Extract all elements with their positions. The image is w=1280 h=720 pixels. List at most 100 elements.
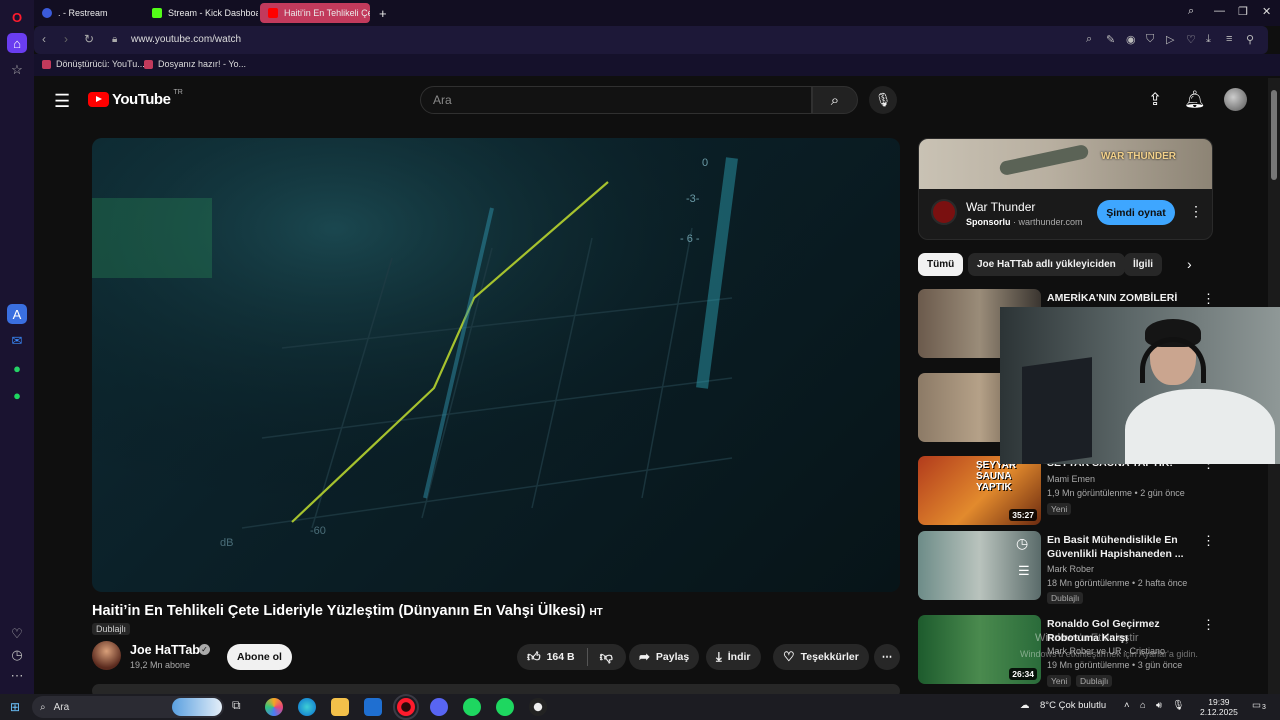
file-explorer-icon[interactable]: [331, 698, 349, 716]
url-field[interactable]: www.youtube.com/watch: [131, 34, 241, 45]
rec-title[interactable]: En Basit Mühendislikle En Güvenlikli Hap…: [1047, 533, 1197, 561]
discord-icon[interactable]: [430, 698, 448, 716]
opera-logo-icon[interactable]: O: [7, 7, 27, 27]
zoom-icon[interactable]: ⌕: [1086, 33, 1092, 46]
ad-more-icon[interactable]: ⋮: [1189, 203, 1203, 220]
more-icon[interactable]: ⋯: [7, 666, 27, 686]
notifications-icon[interactable]: ▭: [1252, 700, 1261, 711]
thanks-button[interactable]: ♡ Teşekkürler: [773, 644, 869, 670]
close-button[interactable]: ✕: [1262, 5, 1271, 18]
edge-icon[interactable]: [298, 698, 316, 716]
profile-icon[interactable]: ⚲: [1246, 33, 1254, 46]
more-vert-icon[interactable]: ⋮: [1202, 291, 1215, 307]
aria-icon[interactable]: A: [7, 304, 27, 324]
rec-channel[interactable]: Mark Rober: [1047, 564, 1094, 574]
mail-icon[interactable]: [364, 698, 382, 716]
chip-from-uploader[interactable]: Joe HaTTab adlı yükleyiciden: [968, 253, 1125, 276]
spotify-taskbar-icon[interactable]: [463, 698, 481, 716]
like-count[interactable]: 164 B: [547, 651, 575, 663]
search-input[interactable]: [421, 87, 811, 113]
more-vert-icon[interactable]: ⋮: [1202, 533, 1215, 549]
youtube-logo[interactable]: YouTube TR: [88, 89, 183, 108]
recommendation-item[interactable]: ◷ ☰ En Basit Mühendislikle En Güvenlikli…: [918, 531, 1258, 604]
description-box[interactable]: [92, 684, 900, 694]
download-icon[interactable]: ⤓: [1206, 33, 1211, 46]
notifications-bell-icon[interactable]: 🔔︎: [1184, 90, 1206, 110]
video-thumbnail[interactable]: ŞEYYAR SAUNA YAPTIK 35:27: [918, 456, 1041, 525]
scrollbar-thumb[interactable]: [1271, 90, 1277, 180]
windows-start-icon[interactable]: ⊞: [10, 700, 20, 714]
video-player[interactable]: -60 dB - 6 - 0 -3-: [92, 138, 900, 592]
upload-icon[interactable]: ⇪: [1148, 90, 1162, 110]
new-tab-button[interactable]: +: [374, 3, 394, 23]
forward-icon[interactable]: ›: [64, 32, 68, 46]
home-icon[interactable]: ⌂: [7, 33, 27, 53]
hamburger-menu-icon[interactable]: ☰: [54, 91, 70, 112]
ad-banner[interactable]: WAR THUNDER: [919, 139, 1212, 189]
dislike-icon[interactable]: 👎︎: [600, 649, 613, 665]
add-to-queue-icon[interactable]: ☰: [1018, 563, 1030, 579]
channel-name[interactable]: Joe HaTTab: [130, 643, 200, 657]
obs-icon[interactable]: [529, 698, 547, 716]
chevron-up-icon[interactable]: ˄: [1124, 700, 1130, 711]
ad-logo: [931, 199, 957, 225]
share-label: Paylaş: [655, 651, 690, 663]
heart-icon[interactable]: ♡: [1186, 33, 1196, 46]
star-icon[interactable]: ☆: [7, 60, 27, 80]
ad-title[interactable]: War Thunder: [966, 200, 1035, 214]
reload-icon[interactable]: ↻: [84, 32, 94, 46]
edit-icon[interactable]: ✎: [1106, 33, 1115, 46]
network-icon[interactable]: ⌂: [1140, 700, 1146, 711]
more-actions-button[interactable]: ⋯: [874, 644, 900, 670]
history-icon[interactable]: ◷: [7, 645, 27, 665]
like-icon[interactable]: 👍︎: [527, 649, 541, 665]
maximize-button[interactable]: ❐: [1238, 5, 1248, 18]
channel-avatar[interactable]: [92, 641, 121, 670]
video-thumbnail[interactable]: ◷ ☰: [918, 531, 1041, 600]
bookmark-converter[interactable]: Dönüştürücü: YouTu...: [42, 59, 145, 69]
voice-search-button[interactable]: 🎙︎: [869, 86, 897, 114]
heart-icon[interactable]: ♡: [7, 624, 27, 644]
weather-text[interactable]: 8°C Çok bulutlu: [1040, 700, 1106, 711]
search-button[interactable]: ⌕: [812, 86, 858, 114]
whatsapp-icon[interactable]: ●: [7, 358, 27, 378]
search-tabs-icon[interactable]: ⌕: [1188, 5, 1194, 18]
account-avatar[interactable]: [1224, 88, 1247, 111]
rec-channel[interactable]: Mami Emen: [1047, 474, 1095, 484]
opera-taskbar-icon[interactable]: [393, 694, 419, 720]
menu-icon[interactable]: ≡: [1226, 33, 1232, 45]
spotify-taskbar-icon-2[interactable]: [496, 698, 514, 716]
more-vert-icon[interactable]: ⋮: [1202, 617, 1215, 633]
bookmark-file-ready[interactable]: Dosyanız hazır! - Yo...: [144, 59, 246, 69]
subscribe-button[interactable]: Abone ol: [227, 644, 292, 670]
share-button[interactable]: ➦ Paylaş: [629, 644, 700, 670]
shield-icon[interactable]: ⛉: [1146, 33, 1154, 46]
webcam-overlay: [1000, 307, 1280, 464]
taskbar-search[interactable]: ⌕ Ara: [32, 696, 224, 718]
back-icon[interactable]: ‹: [42, 32, 46, 46]
spotify-icon[interactable]: ●: [7, 385, 27, 405]
send-icon[interactable]: ▷: [1166, 33, 1174, 46]
ad-play-button[interactable]: Şimdi oynat: [1097, 200, 1175, 225]
camera-icon[interactable]: ◉: [1126, 33, 1136, 46]
download-button[interactable]: ⤓ İndir: [706, 644, 761, 670]
tab-youtube-video[interactable]: Haiti'in En Tehlikeli Çete Li: [260, 3, 370, 23]
copilot-icon[interactable]: [265, 698, 283, 716]
volume-icon[interactable]: 🔊︎: [1156, 700, 1162, 711]
recommendation-item[interactable]: ŞEYYAR SAUNA YAPTIK 35:27 SEYYAR SAUNA Y…: [918, 456, 1258, 526]
bookmark-favicon-icon: [42, 59, 51, 69]
weather-icon[interactable]: ☁: [1020, 700, 1030, 711]
rec-title[interactable]: AMERİKA'NIN ZOMBİLERİ: [1047, 291, 1197, 305]
tab-kick-dashboard[interactable]: Stream - Kick Dashboard: [144, 3, 258, 23]
chip-all[interactable]: Tümü: [918, 253, 964, 276]
chip-related[interactable]: İlgili: [1124, 253, 1162, 276]
messenger-icon[interactable]: ✉: [7, 331, 27, 351]
minimize-button[interactable]: —: [1214, 5, 1225, 17]
tab-restream[interactable]: . - Restream: [34, 3, 142, 23]
task-view-icon[interactable]: ⧉: [232, 698, 250, 716]
watch-later-icon[interactable]: ◷: [1016, 535, 1028, 552]
mic-tray-icon[interactable]: 🎙︎: [1172, 700, 1184, 711]
chevron-right-icon[interactable]: ›: [1187, 256, 1192, 272]
ad-card[interactable]: WAR THUNDER War Thunder Sponsorlu · wart…: [918, 138, 1213, 240]
clock[interactable]: 19:39 2.12.2025: [1200, 697, 1238, 717]
